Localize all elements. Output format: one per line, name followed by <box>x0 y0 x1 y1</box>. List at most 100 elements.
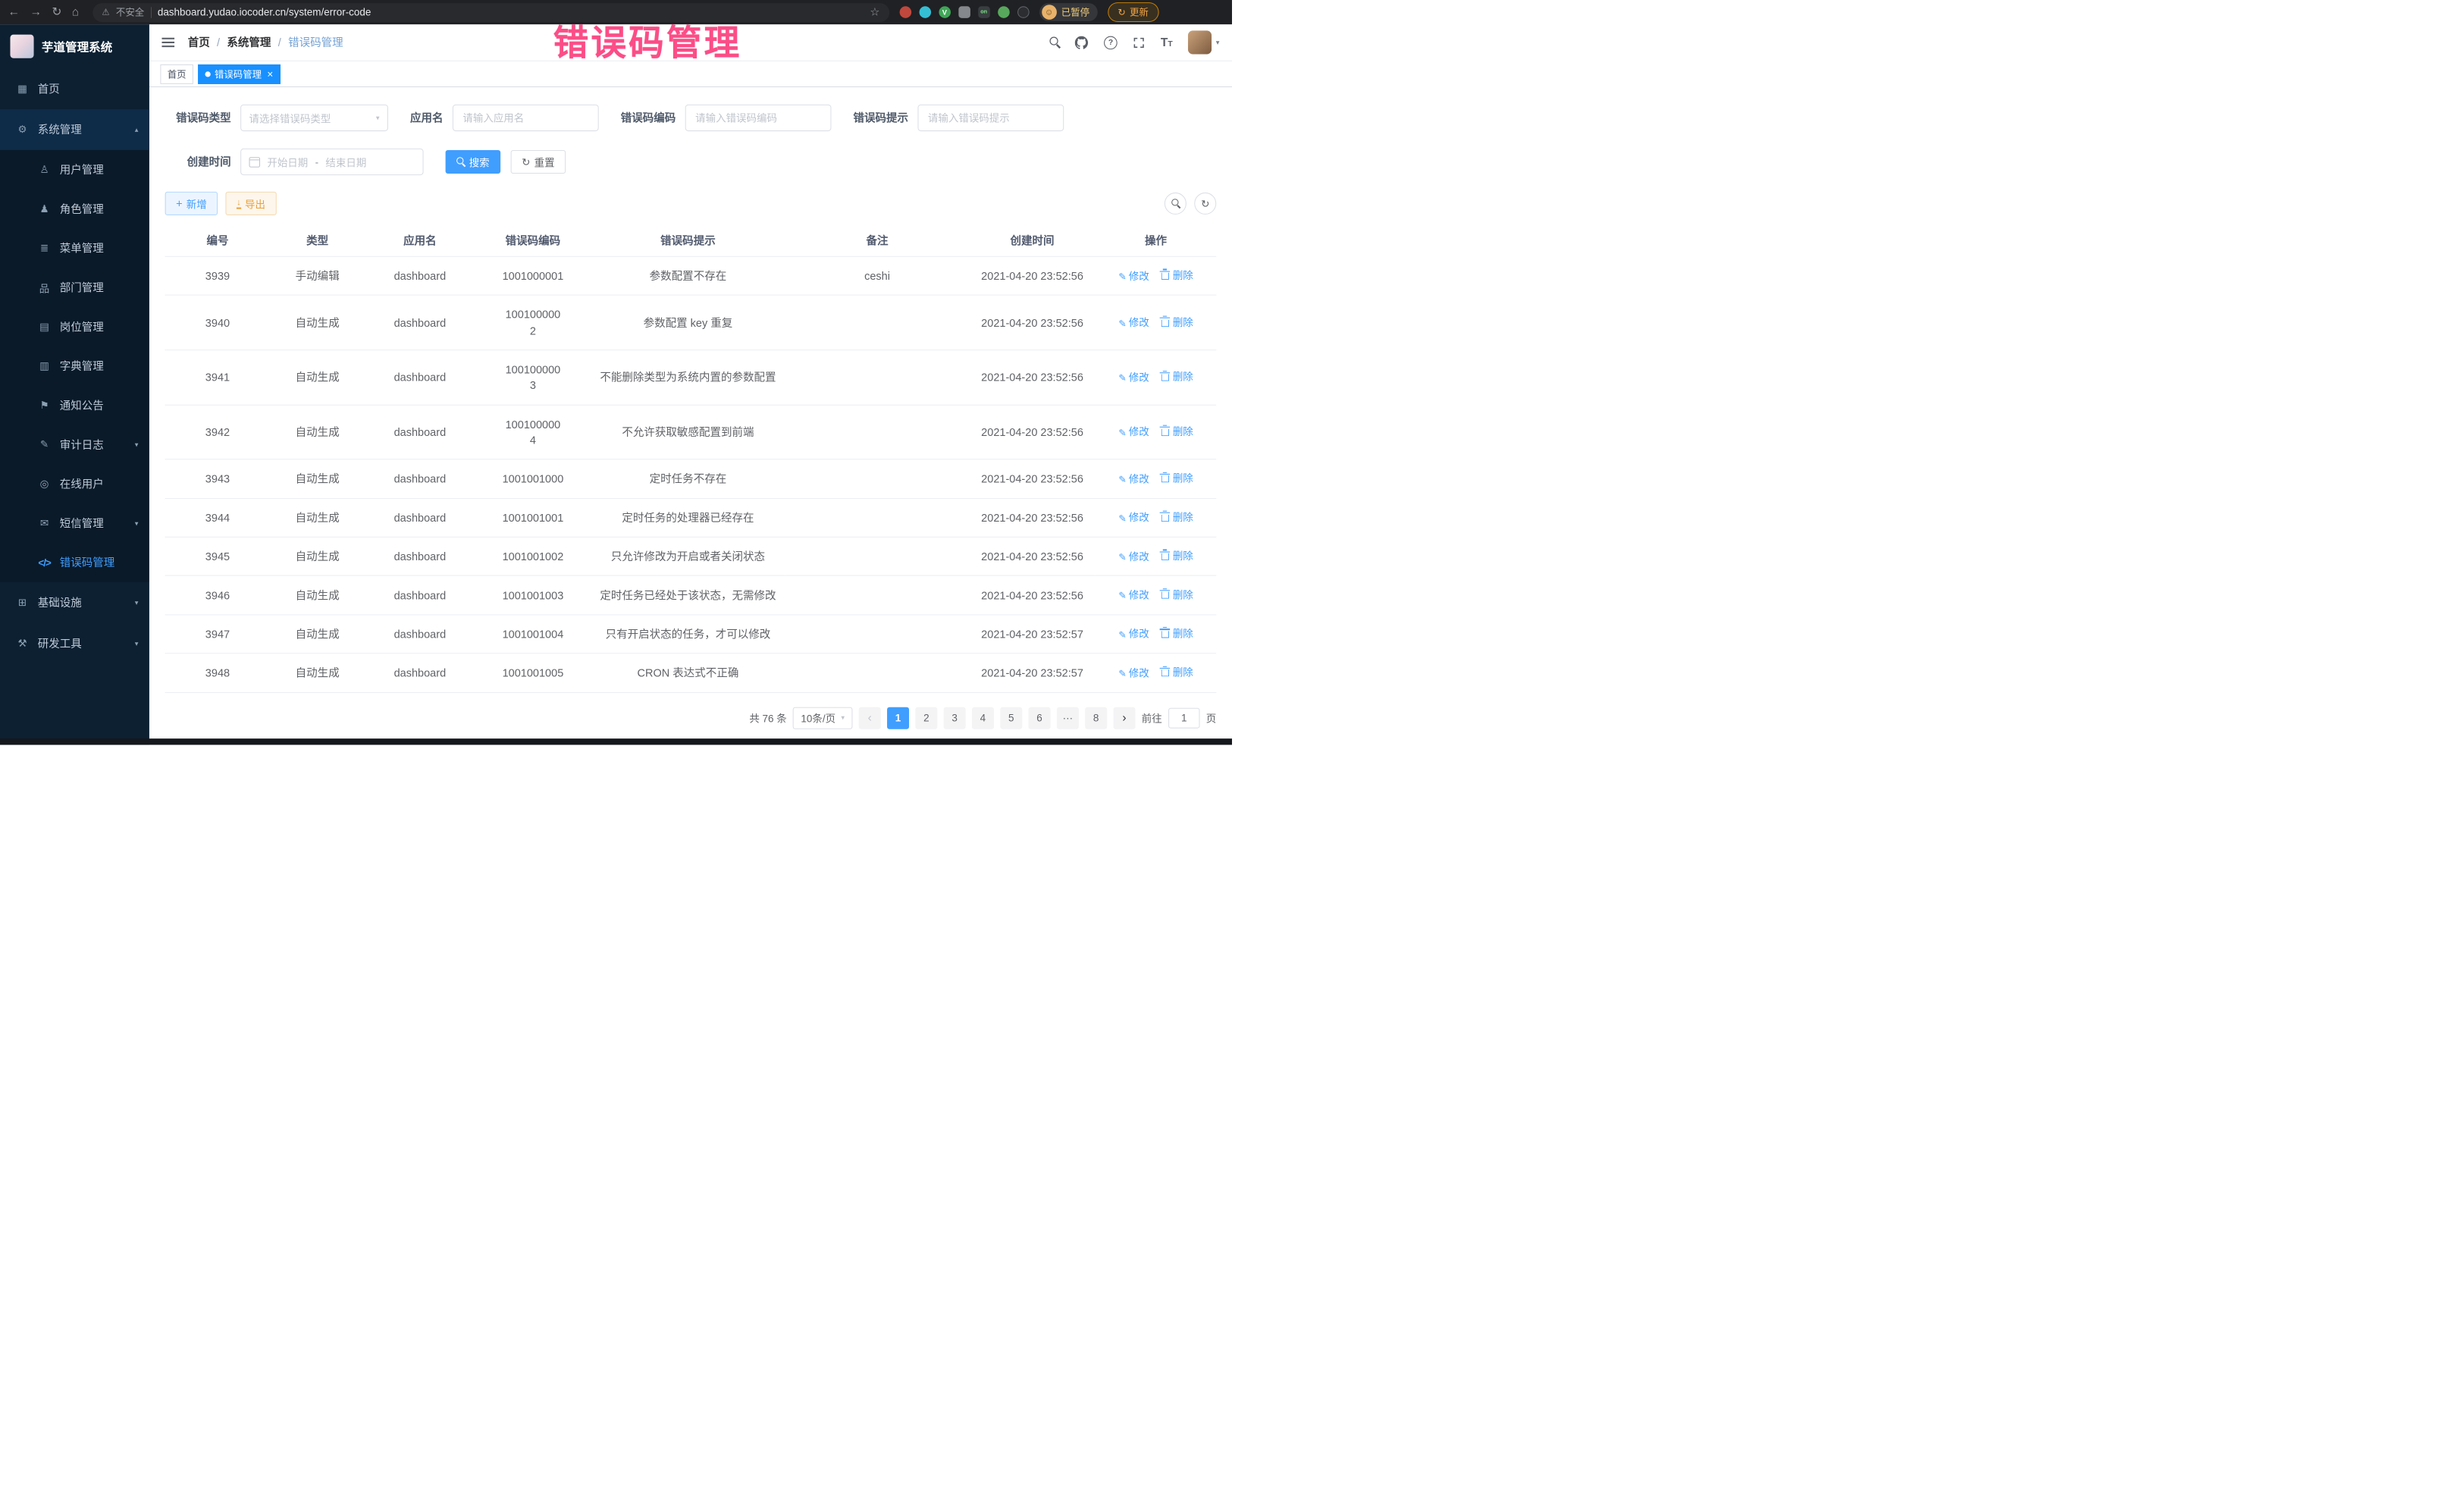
trash-icon <box>1161 475 1168 482</box>
edit-link[interactable]: ✎修改 <box>1118 666 1149 682</box>
page-button-4[interactable]: 4 <box>972 707 994 729</box>
more-pages-button[interactable]: ··· <box>1057 707 1079 729</box>
extension-icon[interactable] <box>899 6 911 18</box>
error-code-input[interactable] <box>685 105 832 131</box>
pencil-icon: ✎ <box>1118 553 1126 562</box>
next-page-button[interactable]: › <box>1113 707 1135 729</box>
extension-icon[interactable]: on <box>978 6 990 18</box>
url-text[interactable]: dashboard.yudao.iocoder.cn/system/error-… <box>158 6 864 18</box>
sidebar-item-dev[interactable]: ⚒ 研发工具 ▾ <box>0 623 149 664</box>
prev-page-button[interactable]: ‹ <box>859 707 881 729</box>
extension-icon[interactable] <box>919 6 931 18</box>
export-button[interactable]: ↓ 导出 <box>226 192 277 215</box>
edit-link[interactable]: ✎修改 <box>1118 472 1149 487</box>
filter-msg-label: 错误码提示 <box>853 110 908 126</box>
toggle-search-button[interactable] <box>1165 193 1187 215</box>
sidebar-item-user[interactable]: ♙ 用户管理 <box>0 150 149 190</box>
security-label[interactable]: 不安全 <box>116 5 144 19</box>
plus-icon: + <box>176 198 182 209</box>
sidebar-item-dict[interactable]: ▥ 字典管理 <box>0 346 149 386</box>
date-range-picker[interactable]: 开始日期 - 结束日期 <box>240 149 423 175</box>
sidebar-item-notice[interactable]: ⚑ 通知公告 <box>0 386 149 425</box>
trash-icon <box>1161 514 1168 521</box>
edit-link[interactable]: ✎修改 <box>1118 550 1149 565</box>
chevron-down-icon: ▾ <box>135 598 139 607</box>
delete-link[interactable]: 删除 <box>1160 510 1193 525</box>
close-icon[interactable]: × <box>267 69 273 79</box>
sidebar-item-errorcode[interactable]: </> 错误码管理 <box>0 543 149 582</box>
hamburger-icon[interactable] <box>161 42 174 43</box>
bookmark-star-icon[interactable]: ☆ <box>870 5 879 19</box>
goto-page-input[interactable] <box>1168 707 1199 728</box>
edit-link[interactable]: ✎修改 <box>1118 588 1149 603</box>
page-size-select[interactable]: 10条/页 ▾ <box>793 707 852 729</box>
reset-button[interactable]: ↻ 重置 <box>511 150 566 174</box>
sidebar-item-role[interactable]: ♟ 角色管理 <box>0 190 149 229</box>
sidebar-item-infra[interactable]: ⊞ 基础设施 ▾ <box>0 582 149 623</box>
tag-errorcode[interactable]: 错误码管理 × <box>198 64 280 83</box>
user-menu[interactable]: ▾ <box>1188 30 1219 54</box>
delete-link[interactable]: 删除 <box>1160 315 1193 331</box>
page-button-8[interactable]: 8 <box>1085 707 1107 729</box>
sidebar-item-system[interactable]: ⚙ 系统管理 ▴ <box>0 109 149 150</box>
browser-profile-chip[interactable]: ☺ 已暂停 <box>1039 3 1098 21</box>
sidebar-item-audit[interactable]: ✎ 审计日志 ▾ <box>0 425 149 465</box>
address-bar[interactable]: ⚠ 不安全 dashboard.yudao.iocoder.cn/system/… <box>92 3 889 22</box>
edit-link[interactable]: ✎修改 <box>1118 269 1149 284</box>
delete-link[interactable]: 删除 <box>1160 472 1193 487</box>
sidebar-item-online[interactable]: ◎ 在线用户 <box>0 464 149 503</box>
trash-icon <box>1161 374 1168 381</box>
delete-link[interactable]: 删除 <box>1160 425 1193 440</box>
sidebar-item-menu[interactable]: ≣ 菜单管理 <box>0 229 149 268</box>
delete-link[interactable]: 删除 <box>1160 627 1193 642</box>
breadcrumb-home[interactable]: 首页 <box>188 35 210 51</box>
delete-link[interactable]: 删除 <box>1160 550 1193 565</box>
edit-link[interactable]: ✎修改 <box>1118 425 1149 440</box>
refresh-table-button[interactable]: ↻ <box>1194 193 1216 215</box>
page-button-1[interactable]: 1 <box>887 707 909 729</box>
breadcrumb-section[interactable]: 系统管理 <box>227 35 271 51</box>
extensions-puzzle-icon[interactable] <box>958 6 970 18</box>
book-icon: ▥ <box>38 360 52 373</box>
avatar <box>1188 30 1212 54</box>
back-icon[interactable]: ← <box>8 6 20 18</box>
refresh-icon: ↻ <box>522 157 530 167</box>
extension-icon[interactable] <box>998 6 1010 18</box>
page-button-3[interactable]: 3 <box>944 707 966 729</box>
home-icon[interactable]: ⌂ <box>72 6 79 18</box>
search-button[interactable]: 搜索 <box>446 150 501 174</box>
pin-icon[interactable] <box>1017 6 1030 18</box>
edit-link[interactable]: ✎修改 <box>1118 316 1149 331</box>
page-button-2[interactable]: 2 <box>915 707 937 729</box>
fullscreen-icon[interactable] <box>1133 36 1146 49</box>
tag-home[interactable]: 首页 <box>160 64 193 83</box>
annotation-title: 错误码管理 <box>553 14 742 65</box>
table-row: 3945 自动生成 dashboard 1001001002 只允许修改为开启或… <box>165 537 1217 575</box>
sidebar-item-dept[interactable]: 品 部门管理 <box>0 268 149 307</box>
add-button[interactable]: + 新增 <box>165 192 218 215</box>
search-icon[interactable] <box>1050 37 1061 49</box>
browser-update-button[interactable]: ↻ 更新 <box>1108 2 1158 22</box>
extension-icon[interactable]: V <box>939 6 951 18</box>
github-icon[interactable] <box>1075 36 1089 49</box>
sidebar-item-sms[interactable]: ✉ 短信管理 ▾ <box>0 503 149 543</box>
app-name-input[interactable] <box>453 105 599 131</box>
page-button-6[interactable]: 6 <box>1029 707 1051 729</box>
error-type-select[interactable]: 请选择错误码类型 ▾ <box>240 105 388 131</box>
page-button-5[interactable]: 5 <box>1000 707 1022 729</box>
forward-icon[interactable]: → <box>30 6 42 18</box>
edit-link[interactable]: ✎修改 <box>1118 627 1149 642</box>
delete-link[interactable]: 删除 <box>1160 269 1193 284</box>
edit-link[interactable]: ✎修改 <box>1118 371 1149 386</box>
edit-link[interactable]: ✎修改 <box>1118 511 1149 526</box>
delete-link[interactable]: 删除 <box>1160 588 1193 603</box>
error-msg-input[interactable] <box>917 105 1064 131</box>
sidebar-item-home[interactable]: ▦ 首页 <box>0 68 149 109</box>
font-size-icon[interactable]: TT <box>1161 36 1173 49</box>
help-icon[interactable]: ? <box>1104 36 1118 49</box>
sidebar-item-post[interactable]: ▤ 岗位管理 <box>0 307 149 346</box>
delete-link[interactable]: 删除 <box>1160 666 1193 681</box>
reload-icon[interactable]: ↻ <box>52 6 61 18</box>
delete-link[interactable]: 删除 <box>1160 370 1193 385</box>
col-msg: 错误码提示 <box>591 224 785 256</box>
